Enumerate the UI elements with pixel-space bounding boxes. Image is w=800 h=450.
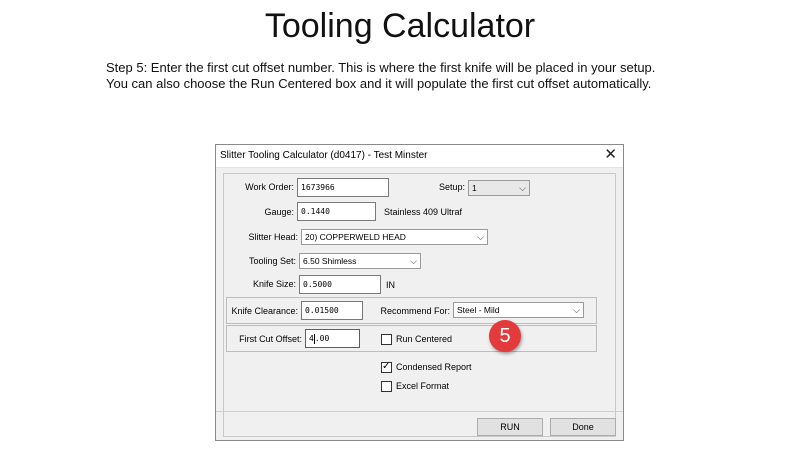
chevron-down-icon: ⌵ [410,256,417,266]
first-cut-offset-input[interactable]: 4.00 [305,329,360,348]
chevron-down-icon: ⌵ [519,183,526,193]
slitter-head-value: 20) COPPERWELD HEAD [305,232,406,242]
instructions-line-2: You can also choose the Run Centered box… [106,76,652,91]
checkmark-icon: ✓ [382,361,391,372]
tooling-set-value: 6.50 Shimless [303,256,357,266]
gauge-label: Gauge: [264,207,294,217]
first-cut-offset-value-end: .00 [314,334,330,343]
excel-format-label[interactable]: Excel Format [396,381,449,391]
dialog-titlebar: Slitter Tooling Calculator (d0417) - Tes… [216,145,623,167]
recommend-for-value: Steel - Mild [457,305,500,315]
gauge-input[interactable]: 0.1440 [297,202,376,221]
setup-select[interactable]: 1 ⌵ [468,180,530,196]
excel-format-checkbox[interactable] [381,381,392,392]
instructions: Step 5: Enter the first cut offset numbe… [106,60,746,92]
tooling-set-select[interactable]: 6.50 Shimless ⌵ [299,253,421,269]
knife-size-unit: IN [386,280,395,290]
tooling-calculator-dialog: Slitter Tooling Calculator (d0417) - Tes… [215,144,624,441]
slitter-head-select[interactable]: 20) COPPERWELD HEAD ⌵ [301,229,488,245]
tooling-set-label: Tooling Set: [248,256,296,266]
knife-clearance-label: Knife Clearance: [231,306,298,316]
run-centered-checkbox[interactable] [381,334,392,345]
setup-label: Setup: [438,182,465,192]
work-order-label: Work Order: [245,182,294,192]
slitter-head-label: Slitter Head: [248,232,298,242]
material-description: Stainless 409 Ultraf [384,207,463,217]
condensed-report-checkbox[interactable]: ✓ [381,361,392,373]
titlebar-divider [216,167,623,168]
chevron-down-icon: ⌵ [573,305,580,315]
run-centered-label[interactable]: Run Centered [396,334,452,344]
recommend-for-label: Recommend For: [380,306,450,316]
close-icon[interactable]: ✕ [604,147,617,163]
work-order-input[interactable]: 1673966 [297,178,389,197]
first-cut-offset-label: First Cut Offset: [239,334,302,344]
knife-size-input[interactable]: 0.5000 [299,275,381,294]
setup-value: 1 [472,183,477,193]
step-badge: 5 [489,320,521,352]
instructions-line-1: Step 5: Enter the first cut offset numbe… [106,60,656,75]
knife-clearance-input[interactable]: 0.01500 [301,301,363,320]
recommend-for-select[interactable]: Steel - Mild ⌵ [453,302,584,318]
condensed-report-label[interactable]: Condensed Report [396,362,472,372]
chevron-down-icon: ⌵ [477,232,484,242]
footer-divider [216,411,623,412]
dialog-title: Slitter Tooling Calculator (d0417) - Tes… [220,150,428,161]
run-button[interactable]: RUN [477,418,543,436]
knife-size-label: Knife Size: [252,279,296,289]
slide-title: Tooling Calculator [264,7,536,45]
done-button[interactable]: Done [550,418,616,436]
